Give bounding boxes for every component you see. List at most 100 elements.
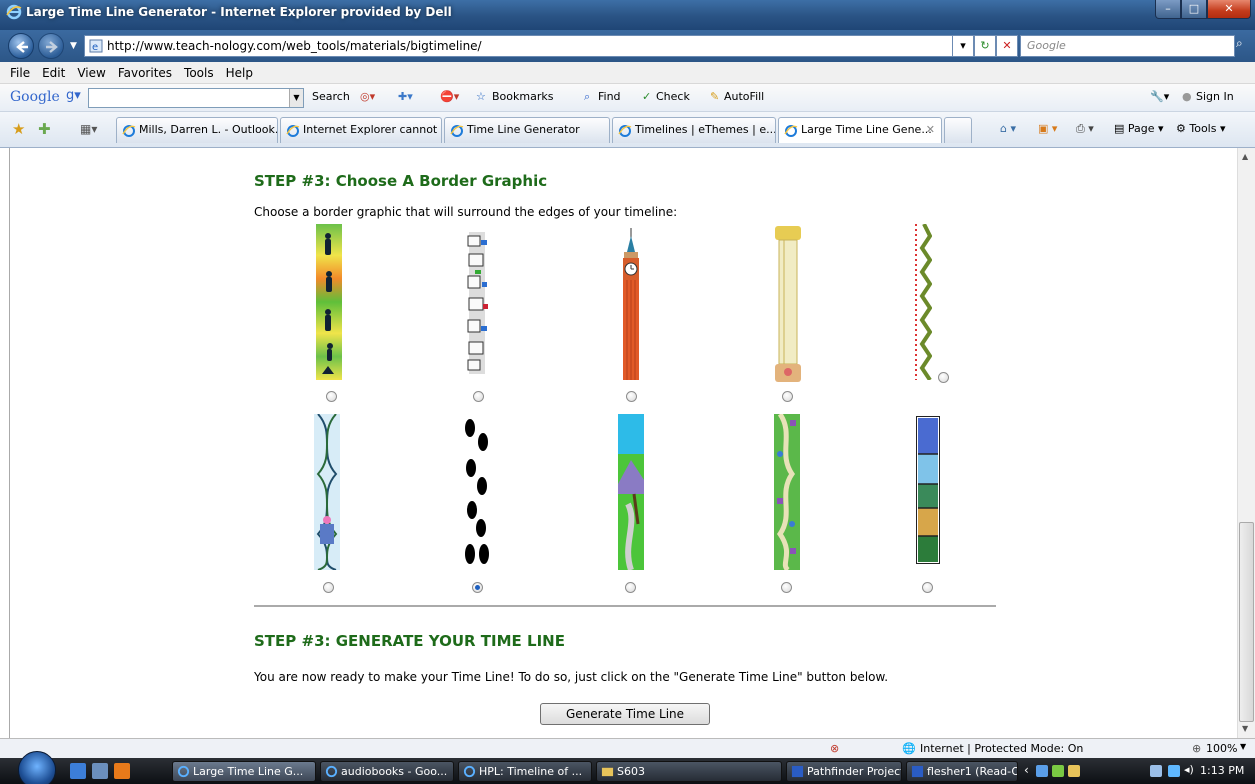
add-favorites-icon[interactable]: ✚ [38, 120, 51, 138]
menu-file[interactable]: File [4, 66, 36, 80]
menu-help[interactable]: Help [220, 66, 259, 80]
stop-icon[interactable]: ✕ [996, 35, 1018, 57]
scroll-up-icon[interactable]: ▲ [1242, 152, 1248, 161]
scroll-down-icon[interactable]: ▼ [1242, 724, 1248, 733]
tab-label: Internet Explorer cannot ... [303, 123, 442, 136]
print-icon[interactable]: ⎙ ▾ [1076, 122, 1094, 136]
border-option-zigzag[interactable] [914, 223, 933, 383]
tools-menu-button[interactable]: ⚙ Tools ▾ [1176, 122, 1226, 135]
tab-ie-cannot[interactable]: Internet Explorer cannot ... [280, 117, 442, 143]
border-option-path-landscape[interactable] [618, 414, 644, 573]
menu-favorites[interactable]: Favorites [112, 66, 178, 80]
border-radio-zigzag[interactable] [938, 372, 949, 383]
border-radio-dna[interactable] [323, 582, 334, 593]
feeds-icon[interactable]: ▣ ▾ [1038, 122, 1057, 135]
close-button[interactable]: ✕ [1207, 0, 1251, 19]
taskbar-item-s603[interactable]: S603 [596, 761, 782, 782]
border-radio-big-ben[interactable] [626, 391, 637, 402]
border-option-big-ben[interactable] [620, 228, 642, 383]
address-field[interactable]: e http://www.teach-nology.com/web_tools/… [84, 35, 1018, 57]
quick-tabs-icon[interactable]: ▦▾ [80, 122, 97, 136]
generate-time-line-button[interactable]: Generate Time Line [540, 703, 710, 725]
home-icon[interactable]: ⌂ ▾ [1000, 122, 1016, 135]
forward-button[interactable] [38, 33, 64, 59]
popup-blocker-icon[interactable]: ⛔▾ [440, 90, 459, 103]
border-option-map-trail[interactable] [774, 412, 800, 573]
check-button[interactable]: Check [656, 90, 690, 103]
border-radio-computers[interactable] [473, 391, 484, 402]
sign-in-button[interactable]: Sign In [1196, 90, 1234, 103]
favorites-star-icon[interactable]: ★ [12, 120, 25, 138]
google-search-button[interactable]: Search [312, 90, 350, 103]
taskbar-item-flesher1[interactable]: flesher1 (Read-Onl... [906, 761, 1018, 782]
find-button[interactable]: Find [598, 90, 621, 103]
google-news-icon[interactable]: ◎▾ [360, 90, 375, 103]
tab-large-time-line[interactable]: Large Time Line Gene... ✕ [778, 117, 942, 143]
zoom-level[interactable]: 100% [1206, 742, 1237, 755]
address-dropdown-icon[interactable]: ▾ [952, 35, 974, 57]
show-desktop-icon[interactable] [70, 763, 86, 779]
tab-close-icon[interactable]: ✕ [926, 118, 935, 142]
tray-icon-1[interactable] [1036, 765, 1048, 777]
menu-view[interactable]: View [71, 66, 111, 80]
google-logo: Google [10, 89, 60, 105]
border-radio-silhouettes[interactable] [326, 391, 337, 402]
privacy-icon[interactable]: ⊗ [830, 742, 839, 755]
border-option-column[interactable] [774, 226, 802, 385]
scrollbar-thumb[interactable] [1239, 522, 1254, 722]
google-search-input[interactable]: ▼ [88, 88, 304, 108]
recent-pages-dropdown-icon[interactable]: ▼ [70, 41, 77, 51]
tray-expand-icon[interactable]: ‹ [1024, 763, 1029, 777]
back-button[interactable] [8, 33, 34, 59]
border-radio-column[interactable] [782, 391, 793, 402]
minimize-button[interactable]: – [1155, 0, 1181, 19]
google-search-dropdown-icon[interactable]: ▼ [289, 89, 303, 107]
spellcheck-icon: ✓ [642, 90, 652, 103]
border-radio-path-landscape[interactable] [625, 582, 636, 593]
border-option-dna[interactable] [314, 413, 340, 573]
switch-windows-icon[interactable] [92, 763, 108, 779]
media-player-icon[interactable] [114, 763, 130, 779]
tab-label: Mills, Darren L. - Outlook... [139, 123, 278, 136]
google-g-menu-icon[interactable]: g▾ [66, 88, 81, 103]
border-option-computers[interactable] [465, 232, 491, 377]
tab-timelines-ethemes[interactable]: Timelines | eThemes | e... [612, 117, 776, 143]
tab-outlook[interactable]: Mills, Darren L. - Outlook... [116, 117, 278, 143]
tray-icon-2[interactable] [1052, 765, 1064, 777]
menu-edit[interactable]: Edit [36, 66, 71, 80]
taskbar-item-audiobooks[interactable]: audiobooks - Goo... [320, 761, 454, 782]
menu-tools[interactable]: Tools [178, 66, 220, 80]
border-option-puzzle[interactable] [915, 415, 941, 567]
border-radio-puzzle[interactable] [922, 582, 933, 593]
maximize-button[interactable]: □ [1181, 0, 1207, 19]
search-icon[interactable]: ⌕ [1236, 36, 1254, 56]
live-search-input[interactable]: Google [1020, 35, 1235, 57]
security-zone-text[interactable]: Internet | Protected Mode: On [920, 742, 1083, 755]
tray-icon-3[interactable] [1068, 765, 1080, 777]
tab-time-line-generator[interactable]: Time Line Generator [444, 117, 610, 143]
new-tab-button[interactable] [944, 117, 972, 143]
page-menu-button[interactable]: ▤ Page ▾ [1114, 122, 1164, 135]
vertical-scrollbar[interactable]: ▲ ▼ [1237, 148, 1255, 738]
wrench-settings-icon[interactable]: 🔧▾ [1150, 90, 1169, 103]
taskbar-clock[interactable]: 1:13 PM [1200, 764, 1244, 777]
border-radio-map-trail[interactable] [781, 582, 792, 593]
window-title: Large Time Line Generator - Internet Exp… [26, 5, 452, 19]
google-plus-icon[interactable]: ✚▾ [398, 90, 413, 103]
taskbar-item-pathfinder[interactable]: Pathfinder Project ... [786, 761, 902, 782]
autofill-button[interactable]: AutoFill [724, 90, 764, 103]
ie-tab-icon [122, 125, 136, 137]
border-option-footprints[interactable] [462, 414, 492, 573]
bookmarks-button[interactable]: Bookmarks [492, 90, 553, 103]
volume-icon[interactable]: ◂) [1184, 763, 1194, 776]
start-button[interactable] [18, 751, 56, 784]
gear-icon: ⚙ [1176, 122, 1186, 135]
network-icon[interactable] [1150, 765, 1162, 777]
border-radio-footprints[interactable] [472, 582, 483, 593]
taskbar-item-hpl-timeline[interactable]: HPL: Timeline of ... [458, 761, 592, 782]
refresh-icon[interactable]: ↻ [974, 35, 996, 57]
wireless-icon[interactable] [1168, 765, 1180, 777]
zoom-dropdown-icon[interactable]: ▼ [1240, 742, 1246, 751]
border-option-silhouettes[interactable] [316, 224, 342, 383]
taskbar-item-large-time-line[interactable]: Large Time Line G... [172, 761, 316, 782]
